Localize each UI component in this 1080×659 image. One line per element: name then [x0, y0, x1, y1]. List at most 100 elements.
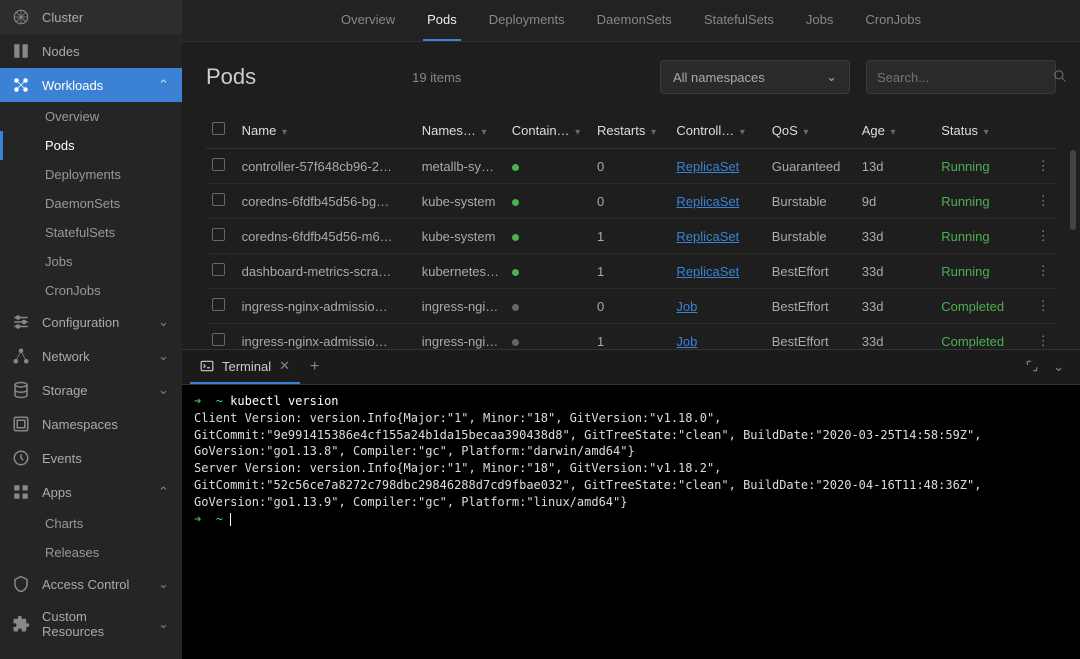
column-header[interactable]: Age ▾	[856, 112, 935, 149]
sidebar-subitem-deployments[interactable]: Deployments	[0, 160, 182, 189]
terminal-tabs: Terminal ✕ + ⌄	[182, 350, 1080, 385]
tab-pods[interactable]: Pods	[423, 0, 461, 41]
search-box[interactable]	[866, 60, 1056, 94]
row-menu-button[interactable]: ⋮	[1031, 254, 1056, 289]
sidebar-item-configuration[interactable]: Configuration⌄	[0, 305, 182, 339]
sidebar-item-events[interactable]: Events	[0, 441, 182, 475]
events-icon	[12, 449, 30, 467]
table-row[interactable]: ingress-nginx-admissio…ingress-ngi…1JobB…	[206, 324, 1056, 350]
controller-link[interactable]: ReplicaSet	[676, 229, 739, 244]
tab-cronjobs[interactable]: CronJobs	[861, 0, 925, 41]
pod-controller: ReplicaSet	[670, 219, 765, 254]
sidebar-item-namespaces[interactable]: Namespaces	[0, 407, 182, 441]
pod-age: 13d	[856, 149, 935, 184]
row-menu-button[interactable]: ⋮	[1031, 149, 1056, 184]
sidebar-subitem-jobs[interactable]: Jobs	[0, 247, 182, 276]
add-terminal-button[interactable]: +	[300, 352, 329, 382]
pod-status: Running	[935, 184, 1030, 219]
close-icon[interactable]: ✕	[279, 358, 290, 374]
tab-statefulsets[interactable]: StatefulSets	[700, 0, 778, 41]
sidebar-subitem-daemonsets[interactable]: DaemonSets	[0, 189, 182, 218]
workloads-icon	[12, 76, 30, 94]
terminal-panel: Terminal ✕ + ⌄ ➜ ~ kubectl version Clien…	[182, 349, 1080, 659]
tab-jobs[interactable]: Jobs	[802, 0, 837, 41]
pod-restarts: 1	[591, 219, 670, 254]
controller-link[interactable]: ReplicaSet	[676, 264, 739, 279]
sidebar-subitem-overview[interactable]: Overview	[0, 102, 182, 131]
scrollbar-thumb[interactable]	[1070, 150, 1076, 230]
expand-icon[interactable]	[1025, 359, 1039, 376]
table-row[interactable]: controller-57f648cb96-2…metallb-sy…0Repl…	[206, 149, 1056, 184]
row-menu-button[interactable]: ⋮	[1031, 184, 1056, 219]
chevron-down-icon[interactable]: ⌄	[1053, 359, 1064, 376]
terminal-tab[interactable]: Terminal ✕	[190, 350, 300, 384]
row-menu-button[interactable]: ⋮	[1031, 289, 1056, 324]
row-checkbox[interactable]	[206, 254, 236, 289]
sidebar-item-network[interactable]: Network⌄	[0, 339, 182, 373]
column-header[interactable]: Controll… ▾	[670, 112, 765, 149]
terminal-tab-label: Terminal	[222, 359, 271, 374]
tab-deployments[interactable]: Deployments	[485, 0, 569, 41]
namespace-selector[interactable]: All namespaces ⌄	[660, 60, 850, 94]
tab-overview[interactable]: Overview	[337, 0, 399, 41]
controller-link[interactable]: ReplicaSet	[676, 159, 739, 174]
terminal-body[interactable]: ➜ ~ kubectl version Client Version: vers…	[182, 385, 1080, 659]
sidebar-item-label: Workloads	[42, 78, 146, 93]
sidebar: ClusterNodesWorkloads⌃OverviewPodsDeploy…	[0, 0, 182, 659]
sidebar-item-apps[interactable]: Apps⌃	[0, 475, 182, 509]
search-input[interactable]	[877, 70, 1053, 85]
sidebar-subitem-pods[interactable]: Pods	[0, 131, 182, 160]
sidebar-subitem-releases[interactable]: Releases	[0, 538, 182, 567]
sort-icon: ▾	[891, 127, 896, 138]
crd-icon	[12, 615, 30, 633]
table-row[interactable]: dashboard-metrics-scra…kubernetes…1Repli…	[206, 254, 1056, 289]
row-checkbox[interactable]	[206, 149, 236, 184]
row-checkbox[interactable]	[206, 219, 236, 254]
row-menu-button[interactable]: ⋮	[1031, 324, 1056, 350]
table-row[interactable]: ingress-nginx-admissio…ingress-ngi…0JobB…	[206, 289, 1056, 324]
sidebar-item-label: Storage	[42, 383, 146, 398]
controller-link[interactable]: Job	[676, 299, 697, 314]
controller-link[interactable]: ReplicaSet	[676, 194, 739, 209]
controller-link[interactable]: Job	[676, 334, 697, 349]
sidebar-item-label: Configuration	[42, 315, 146, 330]
sort-icon: ▾	[803, 127, 808, 138]
column-header[interactable]: QoS ▾	[766, 112, 856, 149]
column-header[interactable]: Restarts ▾	[591, 112, 670, 149]
sidebar-item-cluster[interactable]: Cluster	[0, 0, 182, 34]
row-checkbox[interactable]	[206, 289, 236, 324]
sidebar-item-label: Apps	[42, 485, 146, 500]
column-header[interactable]: Name ▾	[236, 112, 416, 149]
sidebar-subitem-charts[interactable]: Charts	[0, 509, 182, 538]
terminal-icon	[200, 359, 214, 373]
page-title: Pods	[206, 64, 256, 90]
sidebar-item-label: Events	[42, 451, 170, 466]
column-header[interactable]: Names… ▾	[416, 112, 506, 149]
sidebar-item-access-control[interactable]: Access Control⌄	[0, 567, 182, 601]
pod-name: coredns-6fdfb45d56-bg…	[236, 184, 416, 219]
row-menu-button[interactable]: ⋮	[1031, 219, 1056, 254]
sort-icon: ▾	[282, 127, 287, 138]
tab-daemonsets[interactable]: DaemonSets	[593, 0, 676, 41]
pod-containers	[506, 149, 591, 184]
sidebar-item-workloads[interactable]: Workloads⌃	[0, 68, 182, 102]
pods-table: Name ▾Names… ▾Contain… ▾Restarts ▾Contro…	[206, 112, 1056, 349]
select-all-checkbox[interactable]	[206, 112, 236, 149]
sidebar-subitem-cronjobs[interactable]: CronJobs	[0, 276, 182, 305]
row-checkbox[interactable]	[206, 184, 236, 219]
row-checkbox[interactable]	[206, 324, 236, 350]
container-status-dot	[512, 304, 519, 311]
access-icon	[12, 575, 30, 593]
sidebar-subitem-statefulsets[interactable]: StatefulSets	[0, 218, 182, 247]
sidebar-item-nodes[interactable]: Nodes	[0, 34, 182, 68]
pod-namespace: kube-system	[416, 184, 506, 219]
pod-containers	[506, 324, 591, 350]
sidebar-item-custom-resources[interactable]: Custom Resources⌄	[0, 601, 182, 647]
sidebar-item-storage[interactable]: Storage⌄	[0, 373, 182, 407]
main-content: Overview Pods Deployments DaemonSets Statefu…	[182, 0, 1080, 659]
column-header[interactable]: Status ▾	[935, 112, 1030, 149]
table-row[interactable]: coredns-6fdfb45d56-bg…kube-system0Replic…	[206, 184, 1056, 219]
column-header[interactable]: Contain… ▾	[506, 112, 591, 149]
table-row[interactable]: coredns-6fdfb45d56-m6…kube-system1Replic…	[206, 219, 1056, 254]
sort-icon: ▾	[575, 127, 580, 138]
